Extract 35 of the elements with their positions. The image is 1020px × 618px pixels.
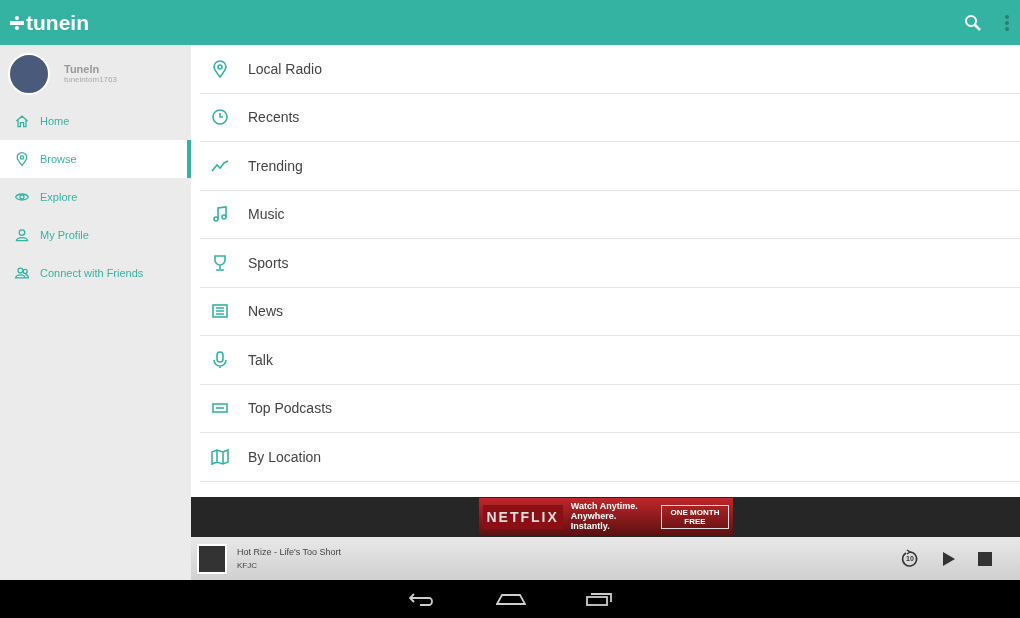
ad-banner[interactable]: NETFLIX Watch Anytime. Anywhere. Instantly. ONE MONTH FREE bbox=[478, 498, 733, 536]
category-icon bbox=[210, 204, 230, 225]
category-icon bbox=[210, 58, 230, 79]
category-icon bbox=[210, 349, 230, 370]
sidebar-item-icon bbox=[14, 227, 30, 243]
sidebar-item-icon bbox=[14, 113, 30, 129]
stop-icon[interactable] bbox=[978, 551, 992, 566]
home-icon[interactable] bbox=[496, 593, 526, 605]
recents-icon[interactable] bbox=[586, 592, 612, 606]
browse-list-item[interactable]: Talk bbox=[200, 336, 1020, 385]
search-icon[interactable] bbox=[964, 13, 982, 32]
avatar bbox=[8, 52, 50, 95]
browse-list-item[interactable]: Music bbox=[200, 190, 1020, 239]
back-icon[interactable] bbox=[408, 592, 436, 606]
ad-brand: NETFLIX bbox=[482, 505, 563, 529]
sidebar-item-icon bbox=[14, 265, 30, 281]
category-icon bbox=[210, 446, 230, 467]
category-icon bbox=[210, 107, 230, 128]
tunein-logo: tunein bbox=[10, 10, 89, 35]
ad-offer: ONE MONTH FREE bbox=[661, 505, 729, 529]
play-icon[interactable] bbox=[942, 550, 956, 567]
sidebar-item-icon bbox=[14, 151, 30, 167]
browse-list-item[interactable]: By Location bbox=[200, 433, 1020, 482]
browse-list-item[interactable]: Recents bbox=[200, 93, 1020, 142]
browse-list-item[interactable]: News bbox=[200, 287, 1020, 336]
album-art-placeholder bbox=[197, 543, 227, 574]
profile-username: tuneintom1763 bbox=[64, 75, 117, 84]
station-name: KFJC bbox=[237, 561, 258, 570]
profile-name: TuneIn bbox=[64, 63, 101, 75]
browse-list-item[interactable]: Sports bbox=[200, 239, 1020, 288]
browse-list-item[interactable]: Top Podcasts bbox=[200, 384, 1020, 433]
track-title: Hot Rize - Life's Too Short bbox=[237, 547, 342, 557]
browse-list-item[interactable]: Trending bbox=[200, 142, 1020, 191]
ad-text: Watch Anytime. Anywhere. Instantly. bbox=[570, 502, 639, 532]
browse-list-item[interactable]: Local Radio bbox=[200, 45, 1020, 94]
